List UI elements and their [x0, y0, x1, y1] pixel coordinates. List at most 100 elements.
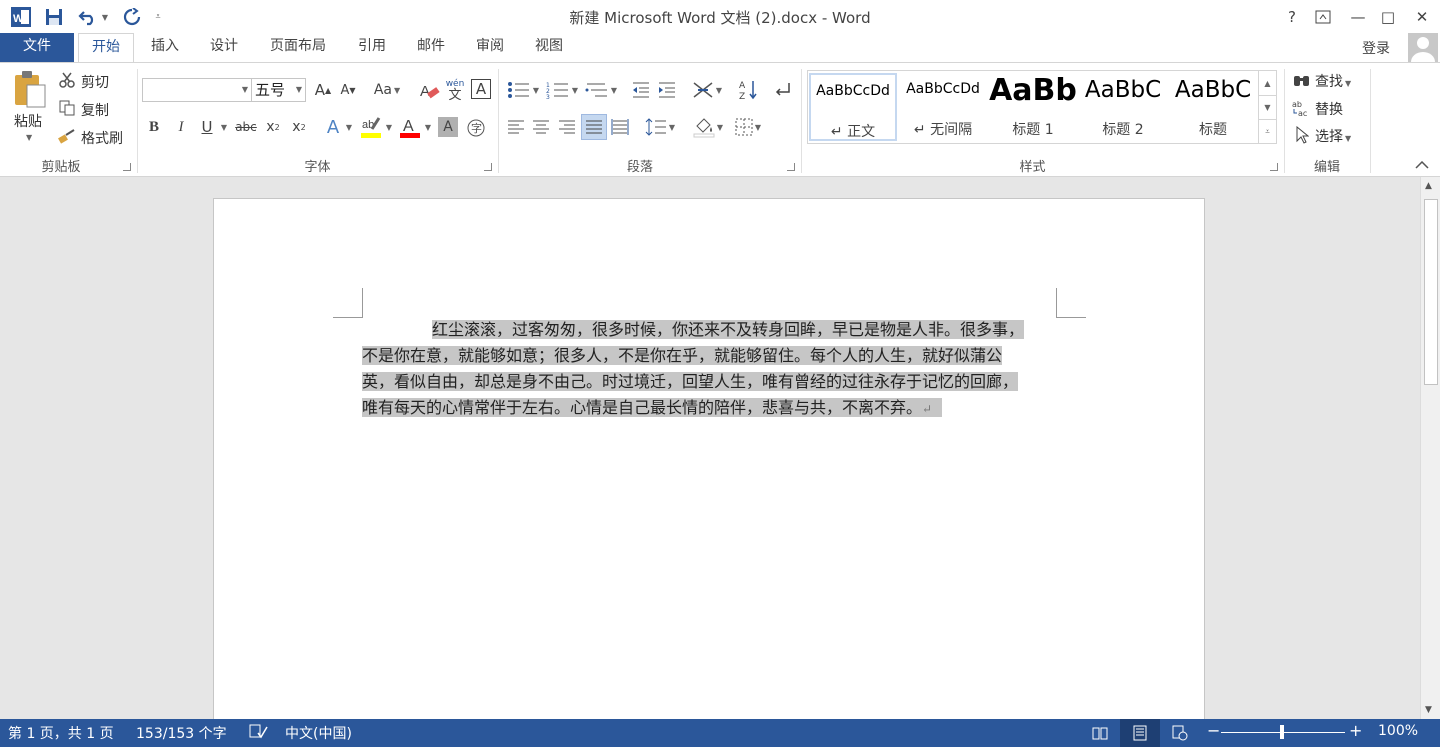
- paste-button[interactable]: 粘贴: [14, 111, 42, 131]
- tab-layout[interactable]: 页面布局: [258, 33, 338, 62]
- zoom-slider-thumb[interactable]: [1280, 725, 1284, 739]
- justify-icon[interactable]: [581, 114, 607, 140]
- collapse-ribbon-icon[interactable]: [1413, 158, 1431, 172]
- zoom-out-icon[interactable]: −: [1207, 721, 1220, 740]
- style-normal[interactable]: AaBbCcDd ↵ 正文: [809, 73, 897, 141]
- select-button[interactable]: 选择 ▼: [1315, 126, 1351, 146]
- close-button[interactable]: ✕: [1407, 4, 1437, 30]
- scissors-icon[interactable]: [58, 71, 76, 89]
- maximize-button[interactable]: □: [1373, 4, 1403, 30]
- italic-icon[interactable]: I: [172, 117, 190, 137]
- minimize-button[interactable]: —: [1343, 4, 1373, 30]
- scroll-thumb[interactable]: [1424, 199, 1438, 385]
- highlight-dropdown-icon[interactable]: ▼: [384, 117, 394, 137]
- align-center-icon[interactable]: [530, 117, 552, 137]
- zoom-in-icon[interactable]: +: [1349, 721, 1362, 740]
- copy-icon[interactable]: [58, 99, 76, 117]
- bullets-icon[interactable]: ▼: [505, 80, 541, 100]
- select-cursor-icon[interactable]: [1292, 125, 1312, 145]
- avatar[interactable]: [1408, 33, 1438, 62]
- language-indicator[interactable]: 中文(中国): [285, 723, 352, 743]
- styles-launcher-icon[interactable]: [1270, 163, 1278, 171]
- format-painter-icon[interactable]: [58, 127, 76, 145]
- tab-file[interactable]: 文件: [0, 33, 74, 62]
- find-icon[interactable]: [1292, 70, 1312, 90]
- borders-icon[interactable]: ▼: [730, 117, 766, 137]
- text-effects-icon[interactable]: A: [322, 116, 344, 138]
- tab-home[interactable]: 开始: [78, 33, 134, 63]
- document-area[interactable]: 红尘滚滚，过客匆匆，很多时候，你还来不及转身回眸，早已是物是人非。很多事， 不是…: [0, 177, 1420, 719]
- grow-font-icon[interactable]: A ▲: [313, 80, 333, 100]
- increase-indent-icon[interactable]: [656, 80, 678, 100]
- underline-dropdown-icon[interactable]: ▼: [218, 117, 230, 137]
- clipboard-launcher-icon[interactable]: [123, 163, 131, 171]
- gallery-scroll-down-icon[interactable]: ▼: [1258, 95, 1276, 119]
- web-layout-icon[interactable]: [1160, 719, 1200, 747]
- align-left-icon[interactable]: [505, 117, 527, 137]
- proofing-icon[interactable]: [248, 723, 268, 745]
- show-marks-icon[interactable]: [772, 80, 794, 100]
- chinese-layout-icon[interactable]: ▼: [690, 80, 724, 100]
- page-count[interactable]: 第 1 页，共 1 页: [8, 723, 114, 743]
- font-size-dropdown-icon[interactable]: ▼: [296, 79, 302, 101]
- scroll-up-icon[interactable]: ▲: [1425, 181, 1432, 191]
- paste-icon[interactable]: [10, 69, 50, 109]
- cut-button[interactable]: 剪切: [81, 72, 109, 92]
- font-launcher-icon[interactable]: [484, 163, 492, 171]
- numbering-icon[interactable]: 1 2 3 ▼: [544, 80, 580, 100]
- tab-references[interactable]: 引用: [348, 33, 396, 62]
- help-button[interactable]: ?: [1277, 4, 1307, 30]
- font-color-icon[interactable]: A: [398, 115, 422, 139]
- zoom-level[interactable]: 100%: [1378, 723, 1418, 739]
- change-case-button[interactable]: Aa ▼: [370, 80, 404, 100]
- scroll-down-icon[interactable]: ▼: [1425, 705, 1432, 715]
- replace-button[interactable]: 替换: [1315, 99, 1343, 119]
- style-title[interactable]: AaBbC 标题: [1169, 73, 1257, 141]
- gallery-scroll-up-icon[interactable]: ▲: [1258, 71, 1276, 95]
- text-effects-dropdown-icon[interactable]: ▼: [344, 117, 354, 137]
- tab-review[interactable]: 审阅: [466, 33, 514, 62]
- font-color-dropdown-icon[interactable]: ▼: [423, 117, 433, 137]
- copy-button[interactable]: 复制: [81, 100, 109, 120]
- paragraph-launcher-icon[interactable]: [787, 163, 795, 171]
- decrease-indent-icon[interactable]: [630, 80, 652, 100]
- strikethrough-icon[interactable]: abc: [234, 117, 258, 137]
- gallery-more-icon[interactable]: ⩡: [1258, 119, 1276, 143]
- login-link[interactable]: 登录: [1362, 38, 1390, 58]
- replace-icon[interactable]: ab ac: [1292, 98, 1312, 118]
- align-right-icon[interactable]: [556, 117, 578, 137]
- print-layout-icon[interactable]: [1120, 719, 1160, 747]
- tab-view[interactable]: 视图: [525, 33, 573, 62]
- style-no-spacing[interactable]: AaBbCcDd ↵ 无间隔: [899, 73, 987, 141]
- document-paragraph[interactable]: 红尘滚滚，过客匆匆，很多时候，你还来不及转身回眸，早已是物是人非。很多事， 不是…: [362, 317, 1062, 422]
- paste-dropdown-icon[interactable]: ▼: [26, 133, 32, 142]
- sort-icon[interactable]: AZ: [738, 78, 760, 102]
- tab-mailings[interactable]: 邮件: [407, 33, 455, 62]
- document-page[interactable]: 红尘滚滚，过客匆匆，很多时候，你还来不及转身回眸，早已是物是人非。很多事， 不是…: [213, 198, 1205, 719]
- highlight-icon[interactable]: ab: [359, 115, 383, 139]
- subscript-icon[interactable]: x2: [263, 117, 283, 137]
- font-name-combo[interactable]: ▼: [142, 78, 252, 102]
- style-heading-2[interactable]: AaBbC 标题 2: [1079, 73, 1167, 141]
- phonetic-guide-icon[interactable]: wén 文: [445, 77, 465, 103]
- enclose-characters-icon[interactable]: 字: [465, 117, 487, 139]
- style-heading-1[interactable]: AaBb 标题 1: [989, 73, 1077, 141]
- multilevel-list-icon[interactable]: ▼: [583, 80, 619, 100]
- bold-icon[interactable]: B: [145, 117, 163, 137]
- clear-formatting-icon[interactable]: A: [418, 80, 442, 102]
- shrink-font-icon[interactable]: A ▼: [338, 80, 358, 100]
- ribbon-display-icon[interactable]: [1308, 4, 1338, 30]
- find-button[interactable]: 查找 ▼: [1315, 71, 1351, 91]
- word-count[interactable]: 153/153 个字: [136, 723, 227, 743]
- font-name-dropdown-icon[interactable]: ▼: [242, 79, 248, 101]
- vertical-scrollbar[interactable]: ▲ ▼: [1420, 177, 1440, 719]
- underline-icon[interactable]: U: [198, 117, 216, 137]
- font-size-combo[interactable]: 五号 ▼: [251, 78, 306, 102]
- distributed-icon[interactable]: [609, 117, 631, 137]
- character-shading-icon[interactable]: A: [438, 117, 458, 137]
- line-spacing-icon[interactable]: ▼: [642, 117, 678, 137]
- paragraph-shading-icon[interactable]: ▼: [690, 115, 726, 139]
- superscript-icon[interactable]: x2: [289, 117, 309, 137]
- tab-design[interactable]: 设计: [200, 33, 248, 62]
- read-mode-icon[interactable]: [1080, 719, 1120, 747]
